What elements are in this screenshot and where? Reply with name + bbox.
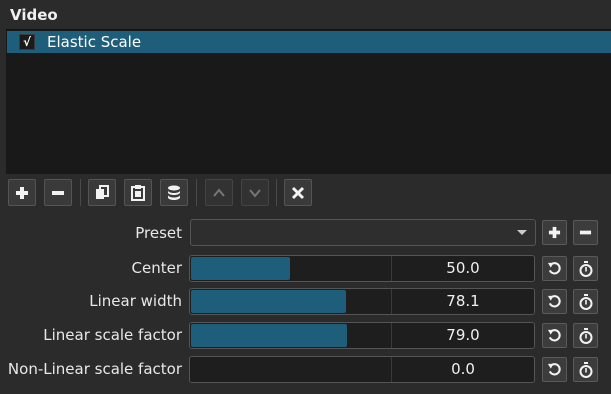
stopwatch-icon: [579, 327, 592, 344]
clipboard-icon: [131, 184, 145, 201]
undo-icon: [547, 329, 561, 342]
chevron-down-icon: [517, 230, 527, 235]
toolbar-separator: [80, 179, 81, 206]
add-filter-button[interactable]: [8, 179, 36, 206]
minus-icon: [52, 190, 64, 195]
param-label: Center: [131, 259, 183, 277]
copy-filter-button[interactable]: [88, 179, 116, 206]
preset-dropdown[interactable]: [190, 219, 536, 246]
paste-filter-button[interactable]: [124, 179, 152, 206]
toolbar-separator: [196, 179, 197, 206]
reset-button[interactable]: [542, 357, 567, 382]
remove-filter-button[interactable]: [44, 179, 72, 206]
stopwatch-icon: [579, 260, 592, 277]
keyframe-button[interactable]: [573, 357, 598, 382]
undo-icon: [547, 295, 561, 308]
param-value-spinbox[interactable]: 79.0: [392, 323, 534, 348]
param-label: Linear width: [89, 292, 182, 310]
filter-list-item[interactable]: √ Elastic Scale: [7, 31, 611, 53]
database-icon: [168, 185, 180, 200]
minus-icon: [579, 230, 592, 235]
reset-button[interactable]: [542, 323, 567, 348]
slider-fill: [191, 290, 346, 313]
copy-icon: [96, 184, 109, 199]
param-value-spinbox[interactable]: 0.0: [392, 357, 534, 382]
param-label: Non-Linear scale factor: [7, 360, 182, 378]
param-slider[interactable]: 78.1: [189, 288, 535, 315]
param-slider[interactable]: 0.0: [189, 356, 535, 383]
slider-fill: [191, 257, 290, 280]
chevron-down-icon: [249, 188, 261, 198]
panel-title: Video: [10, 6, 58, 24]
undo-icon: [547, 363, 561, 376]
param-slider[interactable]: 79.0: [189, 322, 535, 349]
close-icon: [291, 186, 305, 199]
param-value-spinbox[interactable]: 78.1: [392, 289, 534, 314]
param-value-spinbox[interactable]: 50.0: [392, 256, 534, 281]
slider-fill: [191, 324, 347, 347]
panel-header: Video: [0, 0, 611, 30]
param-slider[interactable]: 50.0: [189, 255, 535, 282]
filter-list[interactable]: √ Elastic Scale: [6, 29, 611, 174]
add-preset-button[interactable]: [542, 220, 567, 245]
filter-toolbar: [0, 176, 611, 210]
move-down-button[interactable]: [241, 179, 269, 206]
stopwatch-icon: [579, 361, 592, 378]
filter-name: Elastic Scale: [47, 33, 142, 51]
stopwatch-icon: [579, 293, 592, 310]
plus-icon: [548, 226, 561, 239]
close-button[interactable]: [284, 179, 312, 206]
preset-label: Preset: [135, 224, 182, 242]
param-label: Linear scale factor: [43, 326, 182, 344]
keyframe-button[interactable]: [573, 323, 598, 348]
toolbar-separator: [276, 179, 277, 206]
keyframe-button[interactable]: [573, 289, 598, 314]
reset-button[interactable]: [542, 289, 567, 314]
reset-button[interactable]: [542, 256, 567, 281]
keyframe-button[interactable]: [573, 256, 598, 281]
delete-preset-button[interactable]: [573, 220, 598, 245]
plus-icon: [16, 186, 28, 199]
move-up-button[interactable]: [205, 179, 233, 206]
filter-enabled-checkbox[interactable]: √: [19, 34, 35, 50]
chevron-up-icon: [213, 187, 225, 197]
save-filter-set-button[interactable]: [160, 179, 188, 206]
undo-icon: [547, 262, 561, 275]
